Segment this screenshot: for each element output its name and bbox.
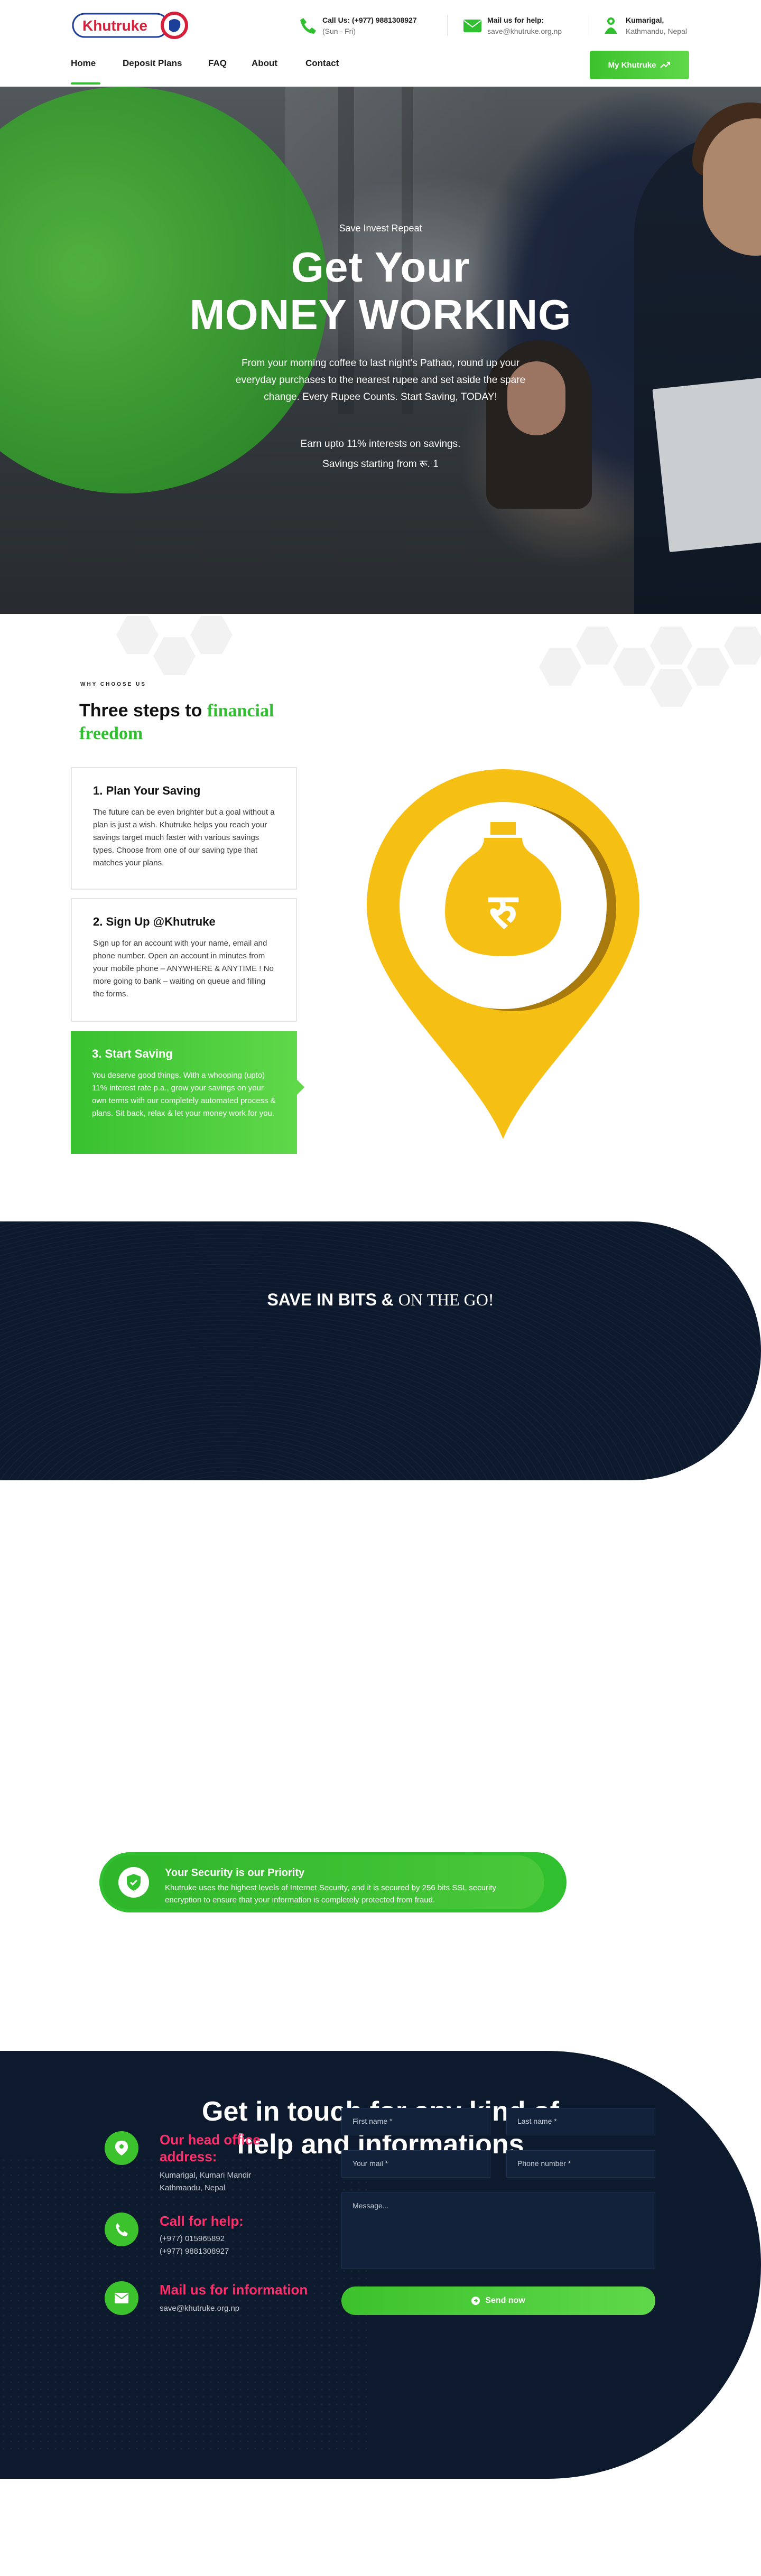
mail-title: Mail us for information — [160, 2282, 308, 2298]
first-name-field[interactable]: First name * — [341, 2108, 490, 2135]
hero-interest-line: Earn upto 11% interests on savings. — [300, 438, 461, 450]
page: Khutruke Call Us: (+977) 9881308927 (Sun… — [0, 0, 761, 2576]
header-call-title: Call Us: (+977) 9881308927 — [322, 16, 417, 24]
nav-active-indicator — [71, 82, 100, 85]
hero-savings-line: Savings starting from रू. 1 — [322, 459, 439, 470]
why-title: Three steps to financial freedom — [79, 699, 301, 745]
hex-decoration — [650, 669, 692, 707]
step-desc: Sign up for an account with your name, e… — [93, 939, 274, 998]
step-pointer — [289, 1079, 305, 1095]
call-line2[interactable]: (+977) 9881308927 — [160, 2245, 229, 2258]
office-line1: Kumarigal, Kumari Mandir — [160, 2171, 252, 2180]
hex-decoration — [650, 627, 692, 665]
phone-icon — [105, 2213, 138, 2246]
hero-section: Save Invest Repeat Get Your MONEY WORKIN… — [0, 87, 761, 614]
why-choose-us-section: WHY CHOOSE US Three steps to financial f… — [0, 614, 761, 1221]
step-title: 1. Plan Your Saving — [93, 784, 201, 797]
send-now-label: Send now — [485, 2296, 525, 2305]
office-line2: Kathmandu, Nepal — [160, 2183, 226, 2192]
nav-faq[interactable]: FAQ — [208, 58, 227, 69]
header-mail-title: Mail us for help: — [487, 16, 544, 24]
security-desc: Khutruke uses the highest levels of Inte… — [165, 1883, 496, 1905]
security-banner: Your Security is our Priority Khutruke u… — [99, 1852, 567, 1912]
phone-field[interactable]: Phone number * — [506, 2150, 655, 2178]
nav-contact[interactable]: Contact — [305, 58, 339, 69]
top-bar: Khutruke Call Us: (+977) 9881308927 (Sun… — [0, 0, 761, 51]
location-pin-icon — [105, 2131, 138, 2165]
wave-lines-decoration — [0, 1221, 761, 1480]
brand-logo[interactable]: Khutruke — [71, 7, 191, 43]
send-icon — [471, 2297, 480, 2305]
nav-home[interactable]: Home — [71, 58, 96, 69]
phone-icon — [297, 15, 318, 36]
save-in-bits-part1: SAVE IN BITS & — [267, 1290, 398, 1309]
my-khutruke-label: My Khutruke — [608, 60, 656, 70]
step-card-signup[interactable]: 2. Sign Up @Khutruke Sign up for an acco… — [71, 898, 297, 1022]
header-address-sub: Kathmandu, Nepal — [626, 27, 687, 35]
header-mail-sub: save@khutruke.org.np — [487, 27, 562, 35]
send-now-button[interactable]: Send now — [341, 2286, 655, 2315]
step-desc: You deserve good things. With a whooping… — [92, 1071, 276, 1118]
info-mail: Mail us for information save@khutruke.or… — [105, 2281, 327, 2323]
hero-title-line2: MONEY WORKING — [189, 291, 572, 338]
shield-icon — [118, 1867, 149, 1898]
hex-decoration — [116, 616, 159, 654]
header-address: Kumarigal, Kathmandu, Nepal — [600, 13, 690, 38]
header-mail[interactable]: Mail us for help: save@khutruke.org.np — [462, 13, 578, 38]
trend-up-icon — [660, 62, 671, 68]
hex-decoration — [687, 648, 729, 686]
save-in-bits-title: SAVE IN BITS & ON THE GO! — [0, 1290, 761, 1310]
savings-pin-illustration: रु — [367, 769, 639, 1139]
header-call[interactable]: Call Us: (+977) 9881308927 (Sun - Fri) — [297, 13, 434, 38]
info-office: Our head office address: Kumarigal, Kuma… — [105, 2131, 327, 2195]
step-title: 2. Sign Up @Khutruke — [93, 915, 216, 928]
mail-icon — [462, 15, 483, 36]
step-card-start-saving[interactable]: 3. Start Saving You deserve good things.… — [71, 1031, 305, 1154]
mail-line1[interactable]: save@khutruke.org.np — [160, 2302, 239, 2315]
header-call-sub: (Sun - Fri) — [322, 27, 356, 35]
svg-text:Khutruke: Khutruke — [82, 17, 147, 34]
why-title-part1: Three steps to — [79, 701, 207, 721]
security-title: Your Security is our Priority — [165, 1867, 305, 1879]
hex-decoration — [576, 627, 618, 665]
hero-title-line1: Get Your — [291, 244, 470, 291]
why-eyebrow: WHY CHOOSE US — [80, 682, 146, 687]
step-title: 3. Start Saving — [92, 1047, 173, 1060]
divider — [447, 15, 448, 36]
last-name-field[interactable]: Last name * — [506, 2108, 655, 2135]
my-khutruke-button[interactable]: My Khutruke — [590, 51, 689, 79]
email-field[interactable]: Your mail * — [341, 2150, 490, 2178]
hero-tagline: Save Invest Repeat — [339, 223, 422, 234]
step-desc: The future can be even brighter but a go… — [93, 808, 275, 867]
svg-text:रु: रु — [488, 884, 519, 939]
save-in-bits-part2: ON THE GO! — [398, 1290, 494, 1309]
save-in-bits-section: SAVE IN BITS & ON THE GO! — [0, 1221, 761, 1480]
hex-decoration — [724, 627, 761, 665]
hero-description: From your morning coffee to last night's… — [235, 358, 526, 403]
office-title: Our head office address: — [160, 2132, 261, 2164]
security-banner-inner: Your Security is our Priority Khutruke u… — [103, 1855, 544, 1909]
call-line1[interactable]: (+977) 015965892 — [160, 2233, 225, 2245]
hex-decoration — [613, 648, 655, 686]
hex-decoration — [190, 616, 233, 654]
info-call: Call for help: (+977) 015965892 (+977) 9… — [105, 2213, 327, 2265]
header-address-title: Kumarigal, — [626, 16, 664, 24]
call-title: Call for help: — [160, 2213, 244, 2229]
message-field[interactable]: Message... — [341, 2192, 655, 2269]
hero-overlay — [0, 87, 761, 614]
step-card-plan[interactable]: 1. Plan Your Saving The future can be ev… — [71, 767, 297, 890]
hex-decoration — [539, 648, 581, 686]
mail-icon — [105, 2281, 138, 2315]
nav-deposit-plans[interactable]: Deposit Plans — [123, 58, 182, 69]
hex-decoration — [153, 637, 196, 675]
location-users-icon — [600, 15, 621, 36]
nav-about[interactable]: About — [252, 58, 277, 69]
